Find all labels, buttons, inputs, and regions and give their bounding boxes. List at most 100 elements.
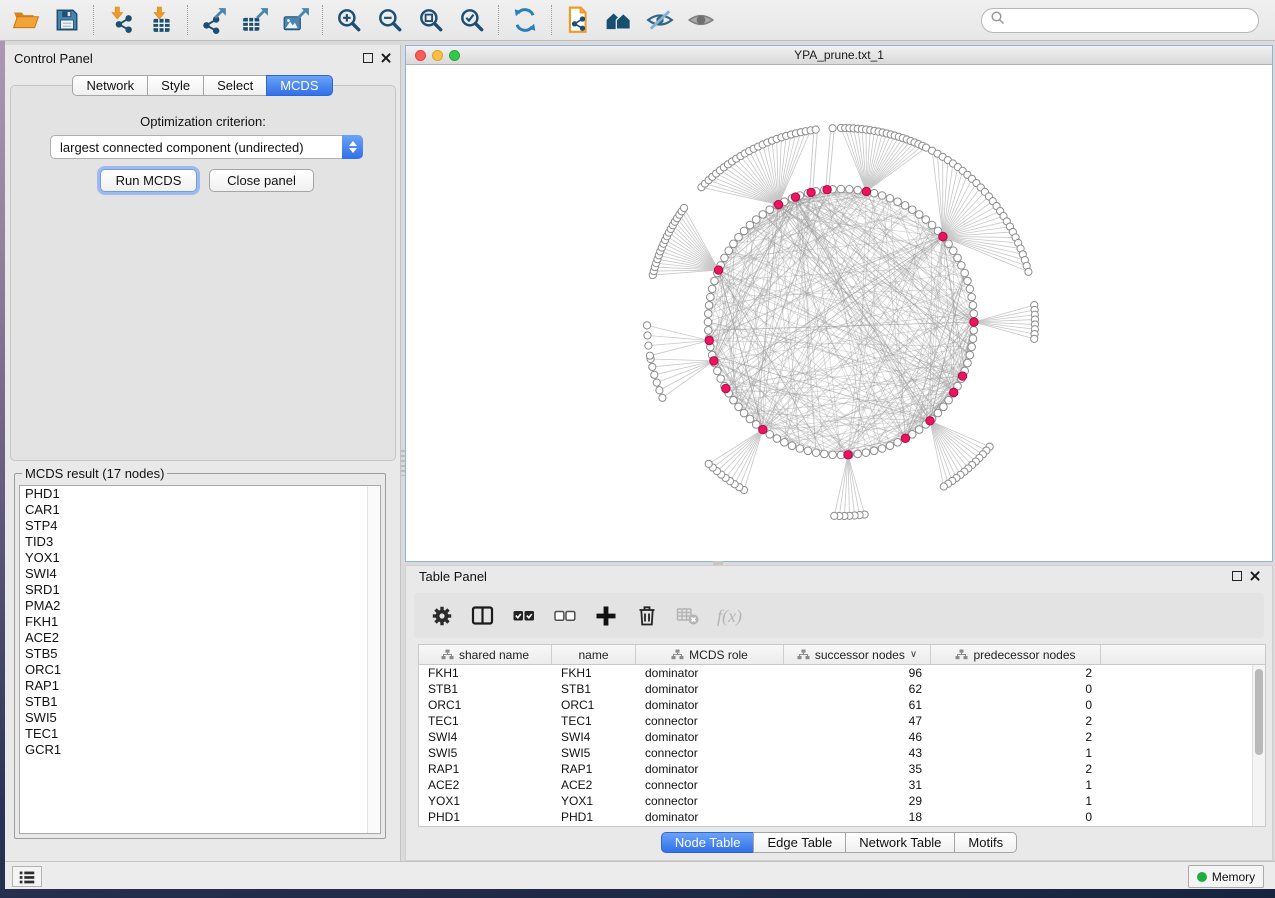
column-header-shared-name[interactable]: shared name bbox=[419, 645, 552, 664]
cell-predecessor-nodes[interactable]: 2 bbox=[931, 665, 1101, 681]
eye-button[interactable] bbox=[685, 4, 717, 36]
minimize-window-button[interactable] bbox=[432, 50, 443, 61]
table-row[interactable]: TEC1TEC1connector472 bbox=[419, 713, 1265, 729]
float-table-panel-icon[interactable] bbox=[1232, 571, 1242, 581]
import-table-button[interactable] bbox=[145, 4, 177, 36]
table-row[interactable]: SWI4SWI4dominator462 bbox=[419, 729, 1265, 745]
cell-predecessor-nodes[interactable]: 1 bbox=[931, 793, 1101, 809]
network-canvas[interactable] bbox=[406, 65, 1272, 561]
cell-shared-name[interactable]: ACE2 bbox=[419, 777, 552, 793]
optimization-criterion-dropdown[interactable]: largest connected component (undirected) bbox=[50, 135, 363, 159]
cell-name[interactable]: STB1 bbox=[552, 681, 636, 697]
cell-shared-name[interactable]: STB1 bbox=[419, 681, 552, 697]
cell-MCDS-role[interactable]: connector bbox=[636, 745, 784, 761]
table-row[interactable]: FKH1FKH1dominator962 bbox=[419, 665, 1265, 681]
table-tab-network-table[interactable]: Network Table bbox=[845, 832, 955, 853]
table-scrollbar[interactable] bbox=[1252, 665, 1265, 826]
tab-network[interactable]: Network bbox=[72, 75, 148, 96]
cell-shared-name[interactable]: ORC1 bbox=[419, 697, 552, 713]
column-header-name[interactable]: name bbox=[552, 645, 636, 664]
cell-name[interactable]: ACE2 bbox=[552, 777, 636, 793]
export-network-button[interactable] bbox=[198, 4, 230, 36]
table-row[interactable]: STB1STB1dominator620 bbox=[419, 681, 1265, 697]
column-header-predecessor-nodes[interactable]: predecessor nodes bbox=[931, 645, 1101, 664]
cell-name[interactable]: SWI5 bbox=[552, 745, 636, 761]
cell-MCDS-role[interactable]: dominator bbox=[636, 761, 784, 777]
mcds-result-item[interactable]: ACE2 bbox=[20, 630, 380, 646]
mcds-result-item[interactable]: SWI5 bbox=[20, 710, 380, 726]
cell-name[interactable]: YOX1 bbox=[552, 793, 636, 809]
mcds-result-item[interactable]: GCR1 bbox=[20, 742, 380, 758]
share-document-button[interactable] bbox=[562, 4, 594, 36]
table-row[interactable]: ORC1ORC1dominator610 bbox=[419, 697, 1265, 713]
mcds-result-item[interactable]: PMA2 bbox=[20, 598, 380, 614]
cell-predecessor-nodes[interactable]: 2 bbox=[931, 713, 1101, 729]
cell-name[interactable]: ORC1 bbox=[552, 697, 636, 713]
mcds-result-item[interactable]: STP4 bbox=[20, 518, 380, 534]
cell-shared-name[interactable]: FKH1 bbox=[419, 665, 552, 681]
cell-predecessor-nodes[interactable]: 2 bbox=[931, 761, 1101, 777]
cell-name[interactable]: TEC1 bbox=[552, 713, 636, 729]
cell-MCDS-role[interactable]: connector bbox=[636, 713, 784, 729]
zoom-in-button[interactable] bbox=[333, 4, 365, 36]
delete-button[interactable] bbox=[634, 603, 660, 629]
mcds-result-item[interactable]: YOX1 bbox=[20, 550, 380, 566]
cell-successor-nodes[interactable]: 31 bbox=[784, 777, 931, 793]
cell-predecessor-nodes[interactable]: 0 bbox=[931, 681, 1101, 697]
network-graph[interactable] bbox=[406, 65, 1272, 561]
table-row[interactable]: ACE2ACE2connector311 bbox=[419, 777, 1265, 793]
cell-shared-name[interactable]: PHD1 bbox=[419, 809, 552, 825]
close-panel-button[interactable]: Close panel bbox=[209, 169, 314, 192]
mcds-result-item[interactable]: ORC1 bbox=[20, 662, 380, 678]
column-header-successor-nodes[interactable]: successor nodes∨ bbox=[784, 645, 931, 664]
zoom-fit-button[interactable] bbox=[415, 4, 447, 36]
cell-MCDS-role[interactable]: dominator bbox=[636, 681, 784, 697]
cell-successor-nodes[interactable]: 96 bbox=[784, 665, 931, 681]
export-table-button[interactable] bbox=[239, 4, 271, 36]
cell-shared-name[interactable]: TEC1 bbox=[419, 713, 552, 729]
cell-name[interactable]: RAP1 bbox=[552, 761, 636, 777]
table-row[interactable]: RAP1RAP1dominator352 bbox=[419, 761, 1265, 777]
mcds-result-item[interactable]: RAP1 bbox=[20, 678, 380, 694]
memory-button[interactable]: Memory bbox=[1188, 865, 1264, 888]
cell-successor-nodes[interactable]: 61 bbox=[784, 697, 931, 713]
mcds-result-item[interactable]: SRD1 bbox=[20, 582, 380, 598]
export-image-button[interactable] bbox=[280, 4, 312, 36]
float-panel-icon[interactable] bbox=[363, 53, 373, 63]
mcds-result-item[interactable]: FKH1 bbox=[20, 614, 380, 630]
mcds-result-item[interactable]: TEC1 bbox=[20, 726, 380, 742]
cell-MCDS-role[interactable]: dominator bbox=[636, 809, 784, 825]
zoom-selected-button[interactable] bbox=[456, 4, 488, 36]
cell-shared-name[interactable]: SWI5 bbox=[419, 745, 552, 761]
cell-predecessor-nodes[interactable]: 1 bbox=[931, 777, 1101, 793]
cell-predecessor-nodes[interactable]: 1 bbox=[931, 745, 1101, 761]
column-header-MCDS-role[interactable]: MCDS role bbox=[636, 645, 784, 664]
hide-details-button[interactable] bbox=[644, 4, 676, 36]
table-row[interactable]: YOX1YOX1connector291 bbox=[419, 793, 1265, 809]
cell-successor-nodes[interactable]: 62 bbox=[784, 681, 931, 697]
mcds-result-item[interactable]: STB1 bbox=[20, 694, 380, 710]
run-mcds-button[interactable]: Run MCDS bbox=[100, 169, 197, 192]
table-tab-motifs[interactable]: Motifs bbox=[954, 832, 1017, 853]
cell-name[interactable]: FKH1 bbox=[552, 665, 636, 681]
cell-shared-name[interactable]: YOX1 bbox=[419, 793, 552, 809]
list-scrollbar[interactable] bbox=[367, 486, 380, 833]
cell-successor-nodes[interactable]: 35 bbox=[784, 761, 931, 777]
cell-predecessor-nodes[interactable]: 2 bbox=[931, 729, 1101, 745]
cell-name[interactable]: SWI4 bbox=[552, 729, 636, 745]
cell-predecessor-nodes[interactable]: 0 bbox=[931, 697, 1101, 713]
table-tab-node-table[interactable]: Node Table bbox=[661, 832, 755, 853]
table-scrollbar-thumb[interactable] bbox=[1255, 669, 1263, 755]
search-input[interactable] bbox=[1006, 11, 1258, 31]
columns-button[interactable] bbox=[470, 603, 496, 629]
cell-shared-name[interactable]: RAP1 bbox=[419, 761, 552, 777]
settings-gear-button[interactable] bbox=[429, 603, 455, 629]
refresh-button[interactable] bbox=[509, 4, 541, 36]
mcds-result-item[interactable]: SWI4 bbox=[20, 566, 380, 582]
mcds-result-list[interactable]: PHD1CAR1STP4TID3YOX1SWI4SRD1PMA2FKH1ACE2… bbox=[19, 485, 381, 834]
cell-successor-nodes[interactable]: 47 bbox=[784, 713, 931, 729]
cell-successor-nodes[interactable]: 18 bbox=[784, 809, 931, 825]
cell-MCDS-role[interactable]: dominator bbox=[636, 729, 784, 745]
folder-open-button[interactable] bbox=[10, 4, 42, 36]
cell-name[interactable]: PHD1 bbox=[552, 809, 636, 825]
